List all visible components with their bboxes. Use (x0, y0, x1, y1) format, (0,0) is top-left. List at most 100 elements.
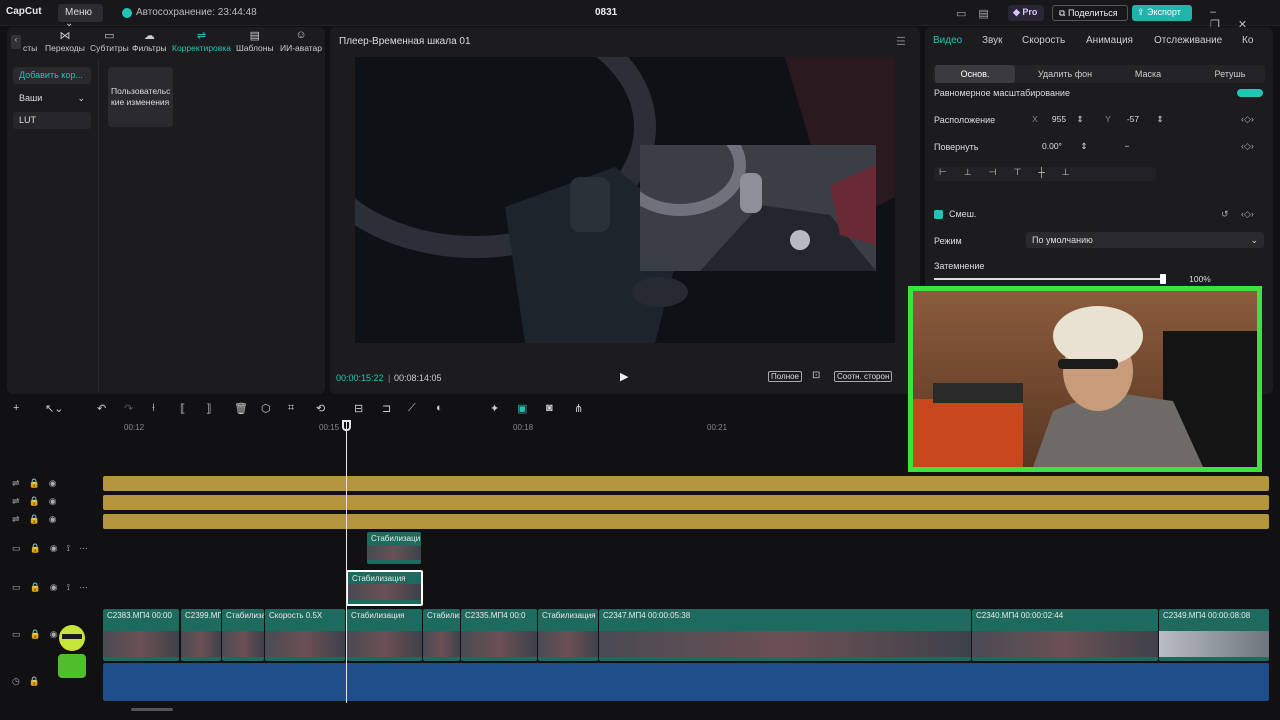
mirror-icon[interactable]: ⟲ (316, 402, 325, 415)
screenshot-icon[interactable]: ⊡ (812, 370, 820, 381)
custom-adjustment-card[interactable]: Пользовательс кие изменения (108, 67, 173, 127)
split-right-icon[interactable]: ⟧ (206, 402, 211, 415)
opacity-slider-thumb[interactable] (1160, 274, 1166, 284)
subtab-basic[interactable]: Основ. (935, 65, 1015, 83)
keyframe-icon[interactable]: ‹◇› (1241, 209, 1254, 220)
adjustment-clip[interactable] (103, 514, 1269, 529)
tab-video[interactable]: Видео (933, 35, 962, 46)
auto-cut-icon[interactable]: ⟋ (408, 402, 416, 415)
chevron-left-icon[interactable]: ‹ (11, 35, 21, 49)
subtab-mask[interactable]: Маска (1108, 65, 1188, 83)
share-button[interactable]: ⧉ Поделиться (1052, 5, 1128, 21)
menu-button[interactable]: Меню ⌄ (58, 4, 103, 29)
reset-icon[interactable]: ↺ (1221, 209, 1229, 220)
blend-label[interactable]: Смеш. (949, 209, 976, 219)
hd-icon[interactable]: ▣ (517, 402, 527, 415)
minimize-icon[interactable]: – (1210, 6, 1234, 18)
main-clip[interactable]: Стабилиз (423, 609, 460, 661)
aspect-ratio-button[interactable]: Соотн. сторон (834, 371, 893, 382)
adjustment-clip[interactable] (103, 476, 1269, 491)
track-controls-adj3[interactable]: ⇌🔒◉ (0, 514, 100, 532)
main-clip[interactable]: Стабилизация (538, 609, 598, 661)
extend-icon[interactable]: ⊐ (382, 402, 391, 415)
add-adjustment-button[interactable]: Добавить кор... (13, 67, 91, 84)
tab-effects[interactable]: сты (23, 29, 37, 53)
overlay-clip-selected[interactable]: Стабилизация (346, 570, 423, 606)
ai-effects-icon[interactable]: ✦ (490, 402, 499, 415)
audio-clip[interactable] (103, 663, 1269, 701)
main-clip[interactable]: C2335.МП4 00:0 (461, 609, 537, 661)
main-clip[interactable]: Стабилиза (222, 609, 264, 661)
full-quality-button[interactable]: Полное (768, 371, 803, 382)
redo-icon[interactable]: ↷ (124, 402, 133, 415)
timeline-scrollbar[interactable] (131, 708, 173, 711)
stepper-icon[interactable]: ⇕ (1155, 113, 1165, 127)
position-y-input[interactable]: -57 (1121, 113, 1145, 127)
tab-tracking[interactable]: Отслеживание (1154, 35, 1222, 46)
uniform-scale-toggle[interactable] (1237, 89, 1263, 97)
undo-icon[interactable]: ↶ (97, 402, 106, 415)
freeze-icon[interactable]: ⊟ (354, 402, 363, 415)
overlay-clip-top[interactable]: Стабилизаци (367, 532, 421, 564)
layout-icon[interactable]: ▭ (956, 8, 978, 20)
tab-filters[interactable]: ☁ Фильтры (132, 29, 167, 53)
tab-audio[interactable]: Звук (982, 35, 1003, 46)
tab-transitions[interactable]: ⋈ Переходы (45, 29, 85, 53)
track-controls-video1[interactable]: ▭🔒◉⟟⋯ (0, 582, 100, 600)
video-preview[interactable] (355, 57, 895, 343)
main-clip[interactable]: C2347.МП4 00:00:05:38 (599, 609, 971, 661)
project-name[interactable]: 0831 (595, 7, 617, 18)
shortcuts-icon[interactable]: ▤ (978, 8, 1000, 20)
main-clip[interactable]: C2383.МП4 00:00 (103, 609, 179, 661)
split-icon[interactable]: ⟊ (152, 402, 155, 415)
track-controls-adj2[interactable]: ⇌🔒◉ (0, 496, 100, 514)
pro-button[interactable]: ◆ Pro (1008, 5, 1044, 21)
shield-icon[interactable]: ⬡ (261, 402, 271, 415)
stepper-icon[interactable]: ⇕ (1079, 140, 1089, 154)
main-clip[interactable]: Скорость 0.5X (265, 609, 345, 661)
subtab-remove-bg[interactable]: Удалить фон (1025, 65, 1105, 83)
blend-mode-select[interactable]: По умолчанию ⌄ (1026, 232, 1264, 248)
lut-item[interactable]: LUT (13, 112, 91, 129)
stepper-icon[interactable]: ⇕ (1075, 113, 1085, 127)
tab-templates[interactable]: ▤ Шаблоны (236, 29, 274, 53)
timeline-ruler[interactable]: 00:12 00:15 00:18 00:21 (102, 420, 1280, 434)
main-clip[interactable]: C2340.МП4 00:00:02:44 (972, 609, 1158, 661)
reverse-icon[interactable]: ◐ (436, 402, 443, 414)
position-x-input[interactable]: 955 (1045, 113, 1073, 127)
camera-tracking-icon[interactable]: ◙ (546, 402, 553, 414)
main-clip[interactable]: C2399.МП4 (181, 609, 221, 661)
align-buttons[interactable]: ⊢⊥⊣⊤┼⊥ (934, 167, 1156, 181)
play-icon[interactable]: ▶ (620, 370, 628, 383)
opacity-slider[interactable] (934, 278, 1166, 280)
tab-speed[interactable]: Скорость (1022, 35, 1065, 46)
yours-dropdown[interactable]: Ваши ⌄ (13, 90, 91, 107)
tab-adjustment[interactable]: ⇌ Корректировка (172, 29, 231, 53)
tab-animation[interactable]: Анимация (1086, 35, 1133, 46)
tab-ai-avatar[interactable]: ☺ ИИ-аватар (280, 29, 322, 53)
rotate-input[interactable]: 0.00° (1035, 140, 1069, 154)
opacity-input[interactable]: 100% (1179, 273, 1221, 287)
select-tool-icon[interactable]: ↖⌄ (45, 402, 63, 415)
playhead[interactable] (346, 420, 347, 703)
stabilize-icon[interactable]: ⋔ (574, 402, 583, 415)
keyframe-icon[interactable]: ‹◇› (1241, 141, 1254, 152)
blend-checkbox[interactable] (934, 210, 943, 219)
subtab-retouch[interactable]: Ретушь (1190, 65, 1270, 83)
pip-overlay-video[interactable] (614, 114, 876, 271)
delete-icon[interactable]: 🗑 (234, 402, 248, 415)
track-controls-video2[interactable]: ▭🔒◉⟟⋯ (0, 543, 100, 561)
split-left-icon[interactable]: ⟦ (180, 402, 185, 415)
tab-more[interactable]: Ко (1242, 35, 1253, 46)
rotate-dial[interactable]: − (1119, 140, 1135, 154)
playhead-handle[interactable] (342, 420, 351, 431)
tab-subtitles[interactable]: ▭ Субтитры (90, 29, 129, 53)
hamburger-icon[interactable]: ☰ (896, 35, 906, 48)
main-clip[interactable]: C2349.МП4 00:00:08:08 (1159, 609, 1269, 661)
add-icon[interactable]: + (13, 402, 19, 414)
keyframe-icon[interactable]: ‹◇› (1241, 114, 1254, 125)
layout-icons[interactable]: ▭▤ (956, 7, 1001, 20)
adjustment-clip[interactable] (103, 495, 1269, 510)
track-controls-adj1[interactable]: ⇌🔒◉ (0, 478, 100, 496)
main-clip[interactable]: Стабилизация (347, 609, 422, 661)
